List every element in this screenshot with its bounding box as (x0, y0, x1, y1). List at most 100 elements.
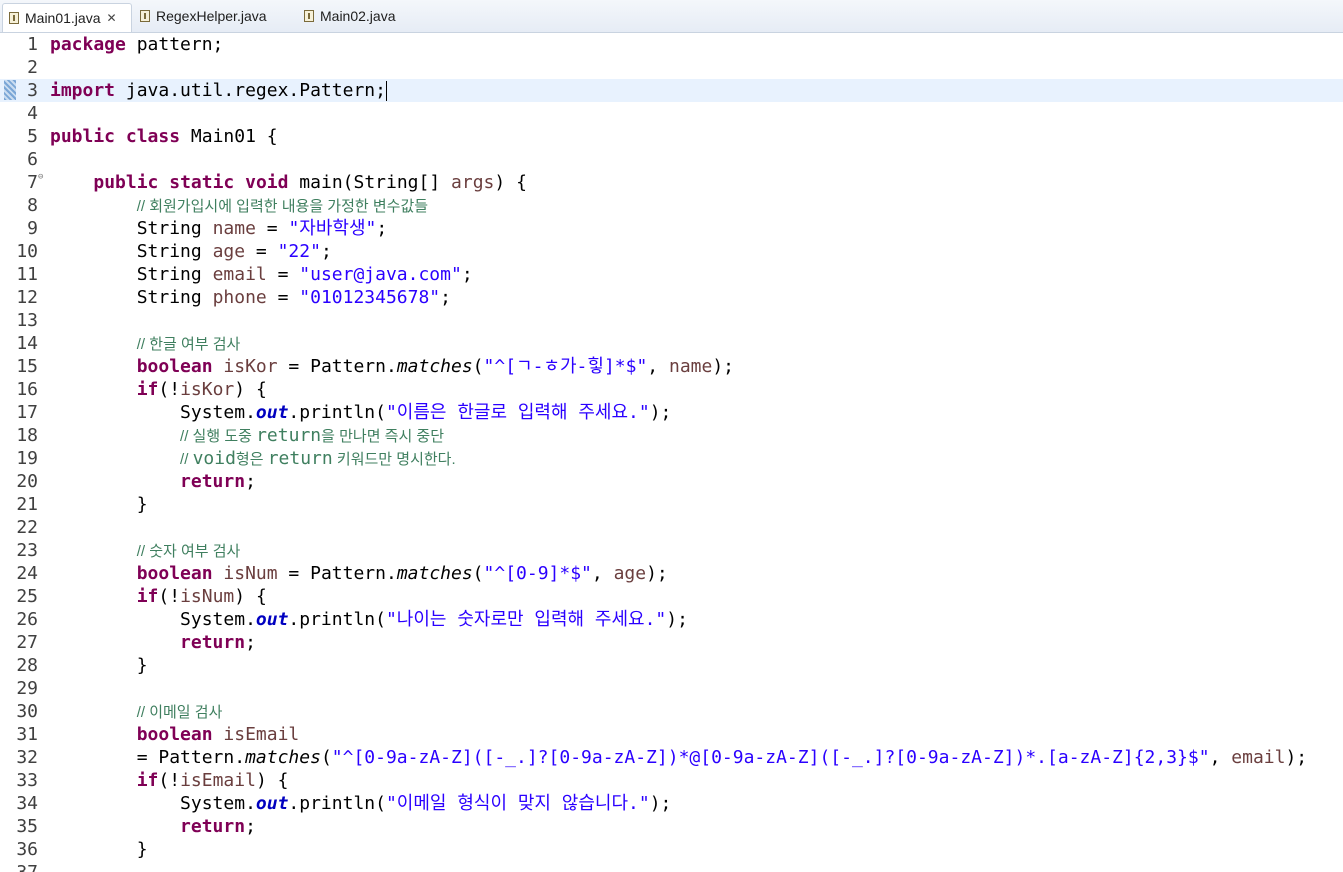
code-text[interactable]: System.out.println("이메일 형식이 맞지 않습니다."); (50, 792, 671, 815)
code-line[interactable]: 3 import java.util.regex.Pattern; (0, 79, 1343, 102)
code-text[interactable]: if(!isNum) { (50, 585, 267, 608)
code-text[interactable]: // 실행 도중 return을 만나면 즉시 중단 (50, 424, 444, 448)
code-token: matches (245, 747, 321, 768)
code-line[interactable]: 20 return; (0, 470, 1343, 493)
code-line[interactable]: 10 String age = "22"; (0, 240, 1343, 263)
code-text[interactable]: System.out.println("나이는 숫자로만 입력해 주세요."); (50, 608, 688, 631)
string-token: "나이는 숫자로만 입력해 주세요." (385, 609, 667, 630)
code-line[interactable]: 37 (0, 861, 1343, 872)
line-number: 4 (27, 103, 38, 124)
comment-token: // 회원가입시에 입력한 내용을 가정한 변수값들 (136, 198, 429, 215)
code-line[interactable]: 7 ⊖ public static void main(String[] args… (0, 171, 1343, 194)
code-token: ) { (494, 172, 527, 193)
code-line[interactable]: 23 // 숫자 여부 검사 (0, 539, 1343, 562)
code-text[interactable]: public static void main(String[] args) { (50, 171, 527, 194)
code-line[interactable]: 36 } (0, 838, 1343, 861)
tab-regexhelper[interactable]: RegexHelper.java (134, 3, 294, 29)
code-line[interactable]: 35 return; (0, 815, 1343, 838)
code-token: ) { (234, 586, 267, 607)
code-text[interactable]: if(!isEmail) { (50, 769, 289, 792)
code-line[interactable]: 18 // 실행 도중 return을 만나면 즉시 중단 (0, 424, 1343, 447)
line-number: 21 (16, 494, 38, 515)
code-line[interactable]: 4 (0, 102, 1343, 125)
code-token: = Pattern. (277, 563, 397, 584)
code-text[interactable]: // 한글 여부 검사 (50, 332, 241, 356)
code-line[interactable]: 26 System.out.println("나이는 숫자로만 입력해 주세요.… (0, 608, 1343, 631)
line-number: 18 (16, 425, 38, 446)
code-line[interactable]: 17 System.out.println("이름은 한글로 입력해 주세요."… (0, 401, 1343, 424)
code-text[interactable]: } (50, 654, 148, 677)
code-line[interactable]: 9 String name = "자바학생"; (0, 217, 1343, 240)
code-line[interactable]: 25 if(!isNum) { (0, 585, 1343, 608)
code-line[interactable]: 5 public class Main01 { (0, 125, 1343, 148)
code-line[interactable]: 30 // 이메일 검사 (0, 700, 1343, 723)
code-text[interactable]: String name = "자바학생"; (50, 217, 388, 240)
code-line[interactable]: 32 = Pattern.matches("^[0-9a-zA-Z]([-_.]… (0, 746, 1343, 769)
code-text[interactable]: if(!isKor) { (50, 378, 267, 401)
code-token: String (50, 241, 213, 262)
code-text[interactable]: } (50, 493, 148, 516)
comment-token: return (256, 425, 322, 446)
code-line[interactable]: 8 // 회원가입시에 입력한 내용을 가정한 변수값들 (0, 194, 1343, 217)
code-text[interactable]: System.out.println("이름은 한글로 입력해 주세요."); (50, 401, 671, 424)
code-text[interactable]: String age = "22"; (50, 240, 332, 263)
code-line[interactable]: 15 boolean isKor = Pattern.matches("^[ㄱ-… (0, 355, 1343, 378)
code-text[interactable]: String email = "user@java.com"; (50, 263, 473, 286)
code-line[interactable]: 1 package pattern; (0, 33, 1343, 56)
line-number: 14 (16, 333, 38, 354)
code-text[interactable]: = Pattern.matches("^[0-9a-zA-Z]([-_.]?[0… (50, 746, 1307, 769)
code-text[interactable]: boolean isNum = Pattern.matches("^[0-9]*… (50, 562, 668, 585)
code-line[interactable]: 14 // 한글 여부 검사 (0, 332, 1343, 355)
code-line[interactable]: 29 (0, 677, 1343, 700)
code-editor[interactable]: 1 package pattern; 2 3 import java.util.rege… (0, 33, 1343, 872)
code-line[interactable]: 27 return; (0, 631, 1343, 654)
code-line[interactable]: 2 (0, 56, 1343, 79)
code-token: isNum (223, 563, 278, 584)
code-text[interactable]: boolean isKor = Pattern.matches("^[ㄱ-ㅎ가-… (50, 355, 734, 378)
code-text[interactable]: import java.util.regex.Pattern; (50, 79, 387, 102)
code-line[interactable]: 21 } (0, 493, 1343, 516)
tab-main01[interactable]: Main01.java ✕ (2, 3, 132, 32)
code-text[interactable]: // void형은 return 키워드만 명시한다. (50, 447, 456, 471)
code-line[interactable]: 34 System.out.println("이메일 형식이 맞지 않습니다."… (0, 792, 1343, 815)
code-text[interactable]: return; (50, 631, 256, 654)
code-token: String (50, 218, 213, 239)
code-text[interactable]: package pattern; (50, 33, 223, 56)
code-text[interactable]: boolean isEmail (50, 723, 300, 746)
line-number: 36 (16, 839, 38, 860)
fold-toggle-icon[interactable]: ⊖ (38, 172, 43, 182)
code-line[interactable]: 6 (0, 148, 1343, 171)
keyword-token: import (50, 80, 116, 101)
line-number: 9 (27, 218, 38, 239)
line-number: 10 (16, 241, 38, 262)
code-line[interactable]: 12 String phone = "01012345678"; (0, 286, 1343, 309)
code-text[interactable]: return; (50, 815, 256, 838)
code-line[interactable]: 19 // void형은 return 키워드만 명시한다. (0, 447, 1343, 470)
code-token: String (50, 264, 213, 285)
code-token: name (668, 356, 713, 377)
code-line[interactable]: 11 String email = "user@java.com"; (0, 263, 1343, 286)
code-text[interactable]: public class Main01 { (50, 125, 278, 148)
code-text[interactable]: String phone = "01012345678"; (50, 286, 451, 309)
code-token: (! (158, 586, 181, 607)
code-line[interactable]: 24 boolean isNum = Pattern.matches("^[0-… (0, 562, 1343, 585)
keyword-token: public (50, 126, 116, 147)
code-line[interactable]: 13 (0, 309, 1343, 332)
code-line[interactable]: 31 boolean isEmail (0, 723, 1343, 746)
tab-main02[interactable]: Main02.java (298, 3, 428, 29)
comment-token: void (192, 448, 236, 469)
code-text[interactable]: } (50, 838, 148, 861)
code-text[interactable]: // 회원가입시에 입력한 내용을 가정한 변수값들 (50, 194, 428, 218)
code-text[interactable]: return; (50, 470, 256, 493)
close-icon[interactable]: ✕ (107, 11, 117, 25)
keyword-token: return (180, 471, 246, 492)
line-number: 32 (16, 747, 38, 768)
code-line[interactable]: 33 if(!isEmail) { (0, 769, 1343, 792)
code-line[interactable]: 28 } (0, 654, 1343, 677)
code-text[interactable]: // 숫자 여부 검사 (50, 539, 241, 563)
code-line[interactable]: 16 if(!isKor) { (0, 378, 1343, 401)
code-line[interactable]: 22 (0, 516, 1343, 539)
code-text[interactable]: // 이메일 검사 (50, 700, 223, 724)
